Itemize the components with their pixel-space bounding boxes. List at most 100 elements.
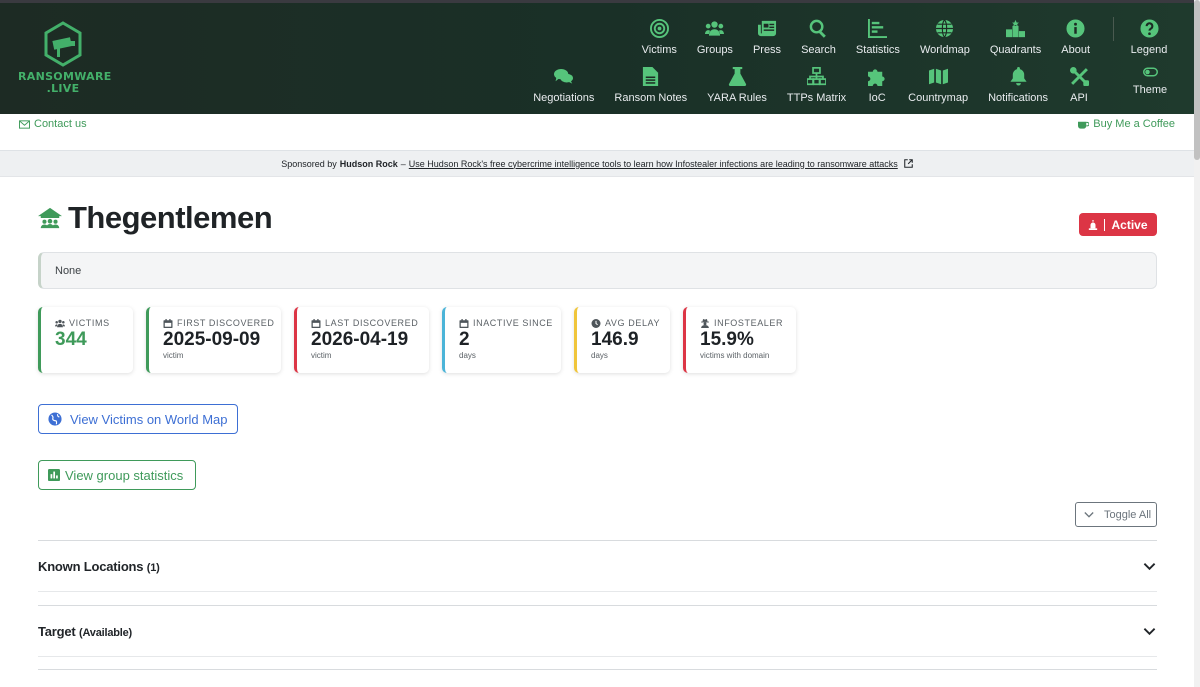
nav-statistics[interactable]: Statistics bbox=[846, 17, 910, 56]
nav-victims[interactable]: Victims bbox=[632, 17, 687, 56]
nav-ransom-notes-label: Ransom Notes bbox=[614, 92, 688, 104]
nav-statistics-label: Statistics bbox=[855, 44, 900, 56]
nav-notifications[interactable]: Notifications bbox=[978, 65, 1058, 104]
status-badge: Active bbox=[1079, 213, 1157, 236]
envelope-icon bbox=[19, 119, 30, 129]
file-icon bbox=[640, 65, 662, 87]
stat-infostealer-sub: victims with domain bbox=[700, 351, 770, 360]
nav-worldmap[interactable]: Worldmap bbox=[910, 17, 980, 56]
chevron-down-icon bbox=[1143, 627, 1156, 635]
sitemap-icon bbox=[806, 65, 828, 87]
sponsor-banner: Sponsored by Hudson Rock – Use Hudson Ro… bbox=[0, 150, 1194, 177]
stat-delay-sub: days bbox=[591, 351, 608, 360]
chevron-down-icon bbox=[1084, 511, 1094, 518]
info-icon bbox=[1065, 17, 1087, 39]
stat-delay-value: 146.9 bbox=[591, 329, 639, 350]
view-world-map-label: View Victims on World Map bbox=[70, 411, 228, 427]
page-scrollbar[interactable] bbox=[1194, 0, 1200, 687]
nav-legend[interactable]: Legend bbox=[1114, 17, 1184, 56]
stat-first-value: 2025-09-09 bbox=[163, 329, 261, 350]
top-navbar: RANSOMWARE .LIVE Victims Groups Press Se… bbox=[0, 0, 1200, 114]
buy-coffee-link[interactable]: Buy Me a Coffee bbox=[1078, 118, 1175, 130]
chevron-down-icon bbox=[1143, 562, 1156, 570]
search-icon bbox=[807, 17, 829, 39]
theme-toggle[interactable]: Theme bbox=[1115, 65, 1185, 96]
theme-label: Theme bbox=[1132, 84, 1168, 96]
sponsor-link[interactable]: Use Hudson Rock's free cybercrime intell… bbox=[409, 159, 898, 169]
nav-negotiations-label: Negotiations bbox=[533, 92, 595, 104]
nav-api[interactable]: API bbox=[1058, 65, 1100, 104]
stat-inactive-label: INACTIVE SINCE bbox=[473, 318, 553, 328]
group-title-row: Thegentlemen bbox=[38, 200, 273, 236]
stat-victims-value: 344 bbox=[55, 329, 87, 350]
nav-search[interactable]: Search bbox=[791, 17, 846, 56]
nav-ttps-matrix[interactable]: TTPs Matrix bbox=[777, 65, 856, 104]
nav-row-primary: Victims Groups Press Search Statistics W… bbox=[632, 17, 1100, 56]
nav-press[interactable]: Press bbox=[743, 17, 791, 56]
globe-icon bbox=[934, 17, 956, 39]
stat-card-avg-delay: AVG DELAY 146.9 days bbox=[574, 307, 670, 373]
stat-card-first-discovered: FIRST DISCOVERED 2025-09-09 victim bbox=[146, 307, 281, 373]
section-divider bbox=[38, 669, 1157, 670]
nav-press-label: Press bbox=[752, 44, 782, 56]
stat-inactive-value: 2 bbox=[459, 329, 470, 350]
sponsor-prefix: Sponsored by bbox=[281, 158, 337, 169]
nav-about[interactable]: About bbox=[1051, 17, 1100, 56]
stat-card-infostealer: INFOSTEALER 15.9% victims with domain bbox=[683, 307, 796, 373]
nav-ransom-notes[interactable]: Ransom Notes bbox=[604, 65, 697, 104]
stat-first-sub: victim bbox=[163, 351, 184, 360]
toggle-all-button[interactable]: Toggle All bbox=[1075, 502, 1157, 527]
nav-legend-label: Legend bbox=[1130, 44, 1168, 56]
stat-infostealer-value: 15.9% bbox=[700, 329, 754, 350]
chart-icon bbox=[867, 17, 889, 39]
stat-card-inactive-since: INACTIVE SINCE 2 days bbox=[442, 307, 561, 373]
nav-groups[interactable]: Groups bbox=[687, 17, 743, 56]
sponsor-name: Hudson Rock bbox=[339, 158, 398, 169]
nav-quadrants[interactable]: Quadrants bbox=[980, 17, 1051, 56]
stat-last-sub: victim bbox=[311, 351, 332, 360]
clock-icon bbox=[591, 318, 601, 328]
camera-shield-icon bbox=[44, 21, 82, 67]
accordion-target[interactable]: Target (Available) bbox=[38, 605, 1157, 657]
stat-victims-label: VICTIMS bbox=[69, 318, 110, 328]
accordion-known-locations-label: Known Locations bbox=[38, 558, 144, 574]
stat-card-victims: VICTIMS 344 bbox=[38, 307, 133, 373]
nav-api-label: API bbox=[1070, 92, 1088, 104]
contact-link[interactable]: Contact us bbox=[19, 118, 87, 130]
nav-search-label: Search bbox=[801, 44, 836, 56]
accordion-known-locations[interactable]: Known Locations (1) bbox=[38, 540, 1157, 592]
view-group-statistics-button[interactable]: View group statistics bbox=[38, 460, 196, 490]
map-icon bbox=[927, 65, 949, 87]
nav-countrymap[interactable]: Countrymap bbox=[898, 65, 978, 104]
page-title: Thegentlemen bbox=[68, 200, 273, 235]
logo-text-line2: .LIVE bbox=[46, 82, 80, 95]
nav-negotiations[interactable]: Negotiations bbox=[523, 65, 604, 104]
view-world-map-button[interactable]: View Victims on World Map bbox=[38, 404, 238, 434]
nav-yara-rules[interactable]: YARA Rules bbox=[697, 65, 777, 104]
nav-countrymap-label: Countrymap bbox=[908, 92, 969, 104]
accordion-known-locations-count: (1) bbox=[146, 561, 160, 574]
nav-notifications-label: Notifications bbox=[988, 92, 1048, 104]
group-description: None bbox=[38, 252, 1157, 289]
toggle-all-label: Toggle All bbox=[1104, 508, 1152, 521]
chat-icon bbox=[553, 65, 575, 87]
nav-quadrants-label: Quadrants bbox=[989, 44, 1042, 56]
calendar-icon bbox=[163, 318, 173, 328]
users-icon bbox=[55, 319, 65, 327]
nav-row-secondary: Negotiations Ransom Notes YARA Rules TTP… bbox=[523, 65, 1100, 104]
nav-ioc-label: IoC bbox=[868, 92, 886, 104]
scrollbar-thumb[interactable] bbox=[1194, 0, 1200, 160]
nav-ioc[interactable]: IoC bbox=[856, 65, 898, 104]
accordion-target-extra: (Available) bbox=[79, 626, 133, 639]
accordion-target-label: Target bbox=[38, 623, 76, 639]
nav-worldmap-label: Worldmap bbox=[919, 44, 970, 56]
toggle-icon bbox=[1139, 65, 1161, 79]
target-icon bbox=[648, 17, 670, 39]
stat-inactive-sub: days bbox=[459, 351, 476, 360]
external-link-icon bbox=[903, 159, 913, 168]
buy-coffee-label: Buy Me a Coffee bbox=[1093, 118, 1175, 130]
newspaper-icon bbox=[756, 17, 778, 39]
podium-icon bbox=[1005, 17, 1027, 39]
stat-infostealer-label: INFOSTEALER bbox=[714, 318, 784, 328]
site-logo[interactable]: RANSOMWARE .LIVE bbox=[18, 19, 111, 103]
